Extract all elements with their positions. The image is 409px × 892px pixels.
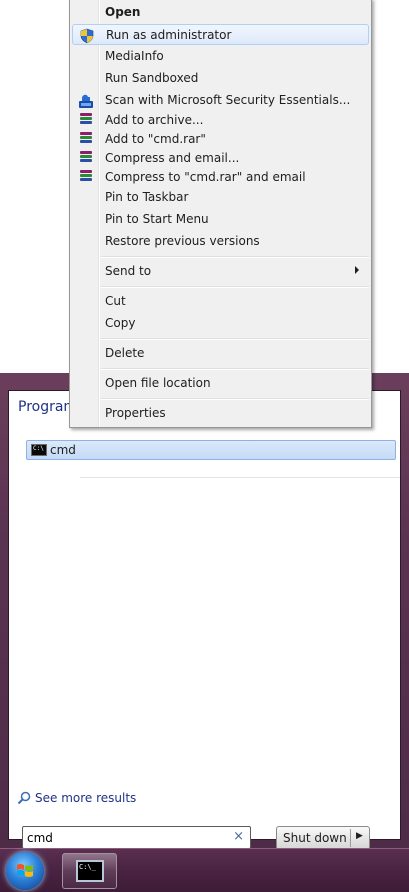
security-essentials-icon <box>79 94 93 108</box>
menu-item-label: Pin to Start Menu <box>105 212 209 226</box>
winrar-icon <box>80 113 92 127</box>
winrar-icon <box>80 151 92 165</box>
shut-down-options-arrow-icon[interactable]: ▶ <box>356 831 363 841</box>
taskbar-item-command-prompt[interactable]: C:\_ <box>62 853 117 889</box>
menu-item-label: Copy <box>105 316 136 330</box>
menu-separator <box>101 368 369 370</box>
search-result-label: cmd <box>50 443 76 457</box>
menu-item-pin-to-taskbar[interactable]: Pin to Taskbar <box>72 187 369 208</box>
windows-logo-icon <box>17 864 33 877</box>
menu-separator <box>101 256 369 258</box>
search-input[interactable] <box>27 828 223 847</box>
see-more-results-link[interactable]: See more results <box>17 791 136 805</box>
menu-item-label: Run as administrator <box>106 28 232 42</box>
submenu-arrow-icon <box>355 266 359 274</box>
command-prompt-icon: C:\_ <box>76 860 104 882</box>
context-menu: Open Run as administrator MediaInfo Run … <box>69 0 372 428</box>
menu-item-add-to-archive[interactable]: Add to archive... <box>72 110 369 131</box>
menu-item-label: Open <box>105 5 141 19</box>
menu-item-run-sandboxed[interactable]: Run Sandboxed <box>72 68 369 89</box>
menu-item-label: Compress and email... <box>105 151 240 165</box>
menu-item-add-to-cmd-rar[interactable]: Add to "cmd.rar" <box>72 129 369 150</box>
menu-separator <box>101 398 369 400</box>
menu-item-label: Open file location <box>105 376 211 390</box>
menu-item-cut[interactable]: Cut <box>72 291 369 312</box>
menu-item-label: Scan with Microsoft Security Essentials.… <box>105 93 351 107</box>
search-result-cmd[interactable]: C:\ cmd <box>26 440 396 460</box>
menu-item-run-as-administrator[interactable]: Run as administrator <box>72 24 369 45</box>
results-separator <box>80 477 400 478</box>
menu-item-label: Compress to "cmd.rar" and email <box>105 170 306 184</box>
menu-item-mediainfo[interactable]: MediaInfo <box>72 46 369 67</box>
command-prompt-icon: C:\ <box>31 444 47 456</box>
menu-item-label: Delete <box>105 346 145 360</box>
menu-item-label: Cut <box>105 294 126 308</box>
menu-item-compress-and-email[interactable]: Compress and email... <box>72 148 369 169</box>
start-menu: Program C:\ cmd See more results × Shut … <box>0 373 409 850</box>
menu-item-pin-to-start-menu[interactable]: Pin to Start Menu <box>72 209 369 230</box>
uac-shield-icon <box>80 28 94 44</box>
menu-separator <box>101 286 369 288</box>
shut-down-label: Shut down <box>283 831 347 845</box>
taskbar: C:\_ <box>0 848 409 892</box>
menu-item-compress-to-cmd-rar-email[interactable]: Compress to "cmd.rar" and email <box>72 167 369 188</box>
shut-down-button[interactable]: Shut down ▶ <box>276 826 370 850</box>
start-orb[interactable] <box>6 852 44 890</box>
menu-item-send-to[interactable]: Send to <box>72 261 369 282</box>
menu-item-delete[interactable]: Delete <box>72 343 369 364</box>
menu-item-label: Properties <box>105 406 166 420</box>
menu-item-label: Run Sandboxed <box>105 71 199 85</box>
menu-item-label: Send to <box>105 264 152 278</box>
menu-item-label: Restore previous versions <box>105 234 260 248</box>
menu-item-scan-security-essentials[interactable]: Scan with Microsoft Security Essentials.… <box>72 90 369 111</box>
menu-item-open[interactable]: Open <box>72 2 369 23</box>
magnifier-icon <box>17 791 31 805</box>
menu-item-label: MediaInfo <box>105 49 164 63</box>
see-more-results-label: See more results <box>35 791 137 805</box>
menu-item-label: Add to archive... <box>105 113 204 127</box>
start-menu-results-panel: Program C:\ cmd See more results × Shut … <box>8 390 401 850</box>
menu-item-label: Add to "cmd.rar" <box>105 132 206 146</box>
menu-separator <box>101 338 369 340</box>
start-search-box[interactable]: × <box>22 826 251 849</box>
shut-down-divider <box>350 829 351 847</box>
winrar-icon <box>80 132 92 146</box>
menu-item-label: Pin to Taskbar <box>105 190 189 204</box>
menu-item-properties[interactable]: Properties <box>72 403 369 424</box>
menu-item-open-file-location[interactable]: Open file location <box>72 373 369 394</box>
menu-item-restore-previous-versions[interactable]: Restore previous versions <box>72 231 369 252</box>
menu-item-copy[interactable]: Copy <box>72 313 369 334</box>
winrar-icon <box>80 170 92 184</box>
clear-search-icon[interactable]: × <box>233 829 244 844</box>
